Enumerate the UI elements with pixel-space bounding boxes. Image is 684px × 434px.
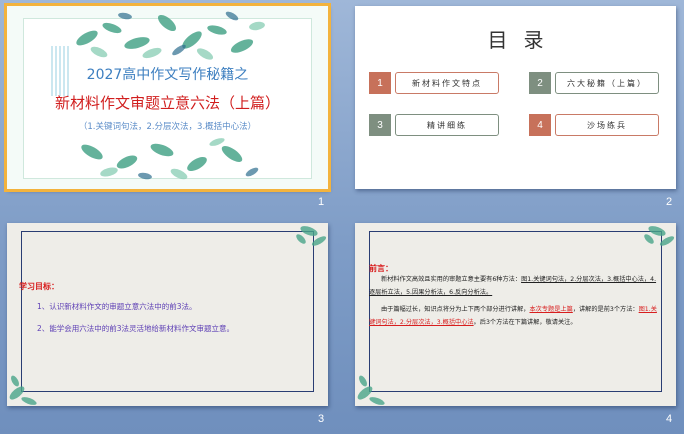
slide-number-2: 2 — [666, 196, 673, 208]
slide-title-line2: 新材料作文审题立意六法（上篇） — [54, 94, 280, 112]
slide-number-3: 3 — [318, 413, 325, 425]
preface-paragraph-2: 由于篇幅过长，知识点将分为上下两个部分进行讲解，本次专题是上篇，讲解的是前3个方… — [369, 303, 658, 329]
slide-number-4: 4 — [666, 413, 673, 425]
slide-thumbnail-3[interactable]: 学习目标： 1、认识新材料作文的审题立意六法中的前3法。 2、能学会用六法中的前… — [7, 223, 328, 406]
toc-item-3: 3 精讲细练 — [369, 114, 499, 136]
toc-item-1: 1 新材料作文特点 — [369, 72, 499, 94]
toc-title: 目录 — [487, 28, 560, 52]
goal-item-1: 1、认识新材料作文的审题立意六法中的前3法。 — [37, 302, 197, 311]
slide-thumbnail-4[interactable]: 前言： 新材料作文高效且实用的审题立意主要有6种方法：图1.关键词句法，2.分层… — [355, 223, 676, 406]
paragraph-highlight: 本次专题是上篇 — [529, 306, 573, 313]
leaf-decoration-corner — [357, 375, 385, 405]
goal-heading: 学习目标： — [19, 282, 59, 291]
toc-index-badge: 2 — [529, 72, 551, 94]
paragraph-text: 新材料作文高效且实用的审题立意主要有6种方法： — [381, 276, 522, 283]
paragraph-text: 由于篇幅过长，知识点将分为上下两个部分进行讲解， — [381, 306, 530, 313]
toc-index-badge: 4 — [529, 114, 551, 136]
toc-item-2: 2 六大秘籍（上篇） — [529, 72, 659, 94]
leaf-decoration-top — [76, 11, 265, 60]
toc-index-badge: 1 — [369, 72, 391, 94]
leaf-decoration-bottom — [81, 138, 259, 180]
toc-label: 精讲细练 — [395, 114, 499, 136]
leaf-decoration-corner — [9, 375, 37, 405]
toc-label: 沙场练兵 — [555, 114, 659, 136]
toc-label: 六大秘籍（上篇） — [555, 72, 659, 94]
toc-label: 新材料作文特点 — [395, 72, 499, 94]
toc-item-4: 4 沙场练兵 — [529, 114, 659, 136]
paragraph-text: ，讲解的是前3个方法： — [572, 306, 639, 313]
slide-thumbnail-1[interactable]: 2027高中作文写作秘籍之 新材料作文审题立意六法（上篇） （1.关键词句法，2… — [4, 3, 331, 192]
slide-number-1: 1 — [318, 196, 325, 208]
slide-title-line1: 2027高中作文写作秘籍之 — [86, 67, 249, 83]
goal-item-2: 2、能学会用六法中的前3法灵活地给新材料作文审题立意。 — [37, 324, 235, 333]
leaf-decoration-corner — [644, 226, 675, 246]
toc-index-badge: 3 — [369, 114, 391, 136]
paragraph-text: 。后3个方法在下篇讲解，敬请关注。 — [473, 319, 577, 326]
leaf-decoration-corner — [296, 226, 327, 246]
slide-thumbnail-2[interactable]: 目录 1 新材料作文特点 2 六大秘籍（上篇） 3 精讲细练 4 沙场练兵 — [355, 6, 676, 189]
slide-subtitle: （1.关键词句法，2.分层次法，3.概括中心法） — [78, 122, 257, 132]
preface-paragraph-1: 新材料作文高效且实用的审题立意主要有6种方法：图1.关键词句法，2.分层次法，3… — [369, 273, 658, 299]
